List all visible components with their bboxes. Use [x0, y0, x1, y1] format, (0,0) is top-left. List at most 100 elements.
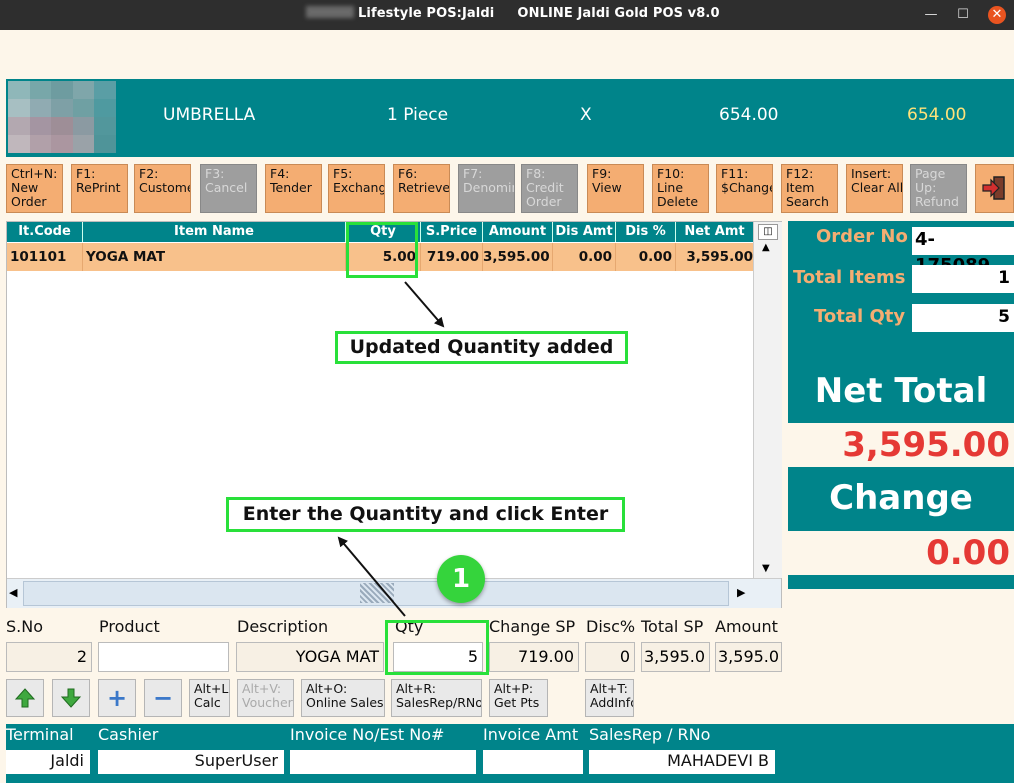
- move-down-button[interactable]: [52, 679, 90, 717]
- window-title: Lifestyle POS:Jaldi ONLINE Jaldi Gold PO…: [306, 6, 720, 21]
- exchange-button[interactable]: F5:Exchange: [328, 164, 385, 213]
- redacted-text: [306, 6, 354, 18]
- qty-input-highlight: [385, 620, 489, 675]
- col-header-sprice[interactable]: S.Price: [421, 222, 483, 242]
- order-no-label: Order No: [816, 226, 908, 247]
- sno-field: 2: [6, 642, 92, 672]
- new-order-button[interactable]: Ctrl+N: New Order: [6, 164, 63, 213]
- online-sales-button[interactable]: Alt+O: Online Sales: [301, 679, 385, 717]
- vertical-scrollbar[interactable]: ◫ ▲ ▼: [753, 222, 782, 578]
- invoice-amt-value: [483, 750, 583, 774]
- description-field: YOGA MAT: [236, 642, 384, 672]
- arrow-down-icon: [60, 688, 82, 708]
- total-qty-label: Total Qty: [814, 306, 906, 327]
- updated-quantity-callout: Updated Quantity added: [335, 331, 628, 364]
- terminal-value: Jaldi: [6, 750, 90, 774]
- scroll-up-icon[interactable]: ▲: [762, 242, 770, 253]
- total-sp-label: Total SP: [641, 617, 704, 636]
- order-items-grid: It.Code Item Name Qty S.Price Amount Dis…: [6, 221, 782, 608]
- minus-icon: −: [152, 684, 174, 712]
- amount-field: 3,595.0: [715, 642, 782, 672]
- disc-input[interactable]: 0: [585, 642, 635, 672]
- store-logo: [8, 81, 116, 153]
- cell-code: 101101: [7, 243, 83, 271]
- credit-order-button[interactable]: F8: Credit Order: [521, 164, 578, 213]
- customer-button[interactable]: F2:Customer: [134, 164, 191, 213]
- cell-amount: 3,595.00: [483, 243, 553, 271]
- cancel-button[interactable]: F3: Cancel: [200, 164, 257, 213]
- qty-column-highlight: [346, 222, 418, 278]
- move-up-button[interactable]: [6, 679, 44, 717]
- terminal-label: Terminal: [6, 725, 74, 744]
- add-info-button[interactable]: Alt+T: AddInfo: [585, 679, 634, 717]
- denomination-button[interactable]: F7:Denomination: [458, 164, 515, 213]
- get-points-button[interactable]: Alt+P: Get Pts: [489, 679, 548, 717]
- item-quantity: 1 Piece: [387, 105, 449, 125]
- change-label: Change: [829, 478, 973, 518]
- item-price: 654.00: [719, 105, 779, 125]
- calc-button[interactable]: Alt+L: Calc: [189, 679, 230, 717]
- column-chooser-icon[interactable]: ◫: [758, 224, 778, 240]
- scroll-down-icon[interactable]: ▼: [762, 563, 770, 574]
- view-button[interactable]: F9: View: [587, 164, 644, 213]
- salesrep-label: SalesRep / RNo: [589, 725, 711, 744]
- description-label: Description: [237, 617, 329, 636]
- scroll-thumb[interactable]: [23, 581, 729, 606]
- order-no-value: 4-175089: [912, 227, 1014, 276]
- remove-line-button[interactable]: −: [144, 679, 182, 717]
- voucher-button[interactable]: Alt+V: Voucher: [237, 679, 294, 717]
- cashier-value: SuperUser: [98, 750, 284, 774]
- exit-button[interactable]: [975, 164, 1014, 213]
- col-header-amount[interactable]: Amount: [483, 222, 553, 242]
- col-header-code[interactable]: It.Code: [7, 222, 83, 242]
- invoice-no-label: Invoice No/Est No#: [290, 725, 445, 744]
- maximize-button[interactable]: ☐: [954, 6, 972, 24]
- refund-button[interactable]: Page Up: Refund: [910, 164, 967, 213]
- product-input[interactable]: [98, 642, 229, 672]
- scroll-right-icon[interactable]: ▶: [737, 586, 745, 599]
- scroll-grip-icon: [360, 583, 394, 603]
- total-items-label: Total Items: [793, 267, 906, 288]
- change-button[interactable]: F11: $Change: [716, 164, 773, 213]
- sno-label: S.No: [6, 617, 43, 636]
- arrow-up-icon: [14, 688, 36, 708]
- total-items-value: 1: [912, 265, 1014, 293]
- minimize-button[interactable]: —: [922, 6, 940, 24]
- cashier-label: Cashier: [98, 725, 159, 744]
- cell-dis-amt: 0.00: [553, 243, 616, 271]
- close-button[interactable]: ✕: [988, 6, 1006, 24]
- exit-icon: [981, 176, 1005, 200]
- reprint-button[interactable]: F1: RePrint: [71, 164, 128, 213]
- cell-dis-pct: 0.00: [616, 243, 676, 271]
- net-total-value: 3,595.00: [788, 423, 1014, 467]
- item-name: UMBRELLA: [163, 105, 256, 125]
- clear-all-button[interactable]: Insert: Clear All: [846, 164, 903, 213]
- total-sp-field: 3,595.0: [641, 642, 710, 672]
- scroll-left-icon[interactable]: ◀: [9, 586, 17, 599]
- multiply-sign: X: [580, 105, 592, 125]
- col-header-dis-amt[interactable]: Dis Amt: [553, 222, 616, 242]
- col-header-dis-pct[interactable]: Dis %: [616, 222, 676, 242]
- invoice-amt-label: Invoice Amt: [483, 725, 579, 744]
- item-search-button[interactable]: F12: Item Search: [781, 164, 838, 213]
- horizontal-scrollbar[interactable]: ◀ ▶: [7, 578, 781, 608]
- total-qty-value: 5: [912, 304, 1014, 332]
- cell-sprice: 719.00: [421, 243, 483, 271]
- col-header-net-amt[interactable]: Net Amt: [676, 222, 753, 242]
- step-number-badge: 1: [437, 555, 485, 603]
- plus-icon: +: [106, 684, 128, 712]
- cell-net-amt: 3,595.00: [686, 249, 753, 265]
- invoice-no-value: [290, 750, 476, 774]
- col-header-item-name[interactable]: Item Name: [83, 222, 346, 242]
- change-sp-input[interactable]: 719.00: [489, 642, 579, 672]
- summary-panel: Order No 4-175089 Total Items 1 Total Qt…: [788, 221, 1014, 589]
- footer-bar: Terminal Cashier Invoice No/Est No# Invo…: [6, 724, 1014, 783]
- amount-label: Amount: [715, 617, 778, 636]
- net-total-label: Net Total: [814, 371, 988, 411]
- retrieve-button[interactable]: F6: Retrieve: [393, 164, 450, 213]
- tender-button[interactable]: F4: Tender: [265, 164, 322, 213]
- add-line-button[interactable]: +: [98, 679, 136, 717]
- change-value: 0.00: [788, 531, 1014, 575]
- line-delete-button[interactable]: F10: Line Delete: [652, 164, 709, 213]
- salesrep-button[interactable]: Alt+R: SalesRep/RNo: [391, 679, 482, 717]
